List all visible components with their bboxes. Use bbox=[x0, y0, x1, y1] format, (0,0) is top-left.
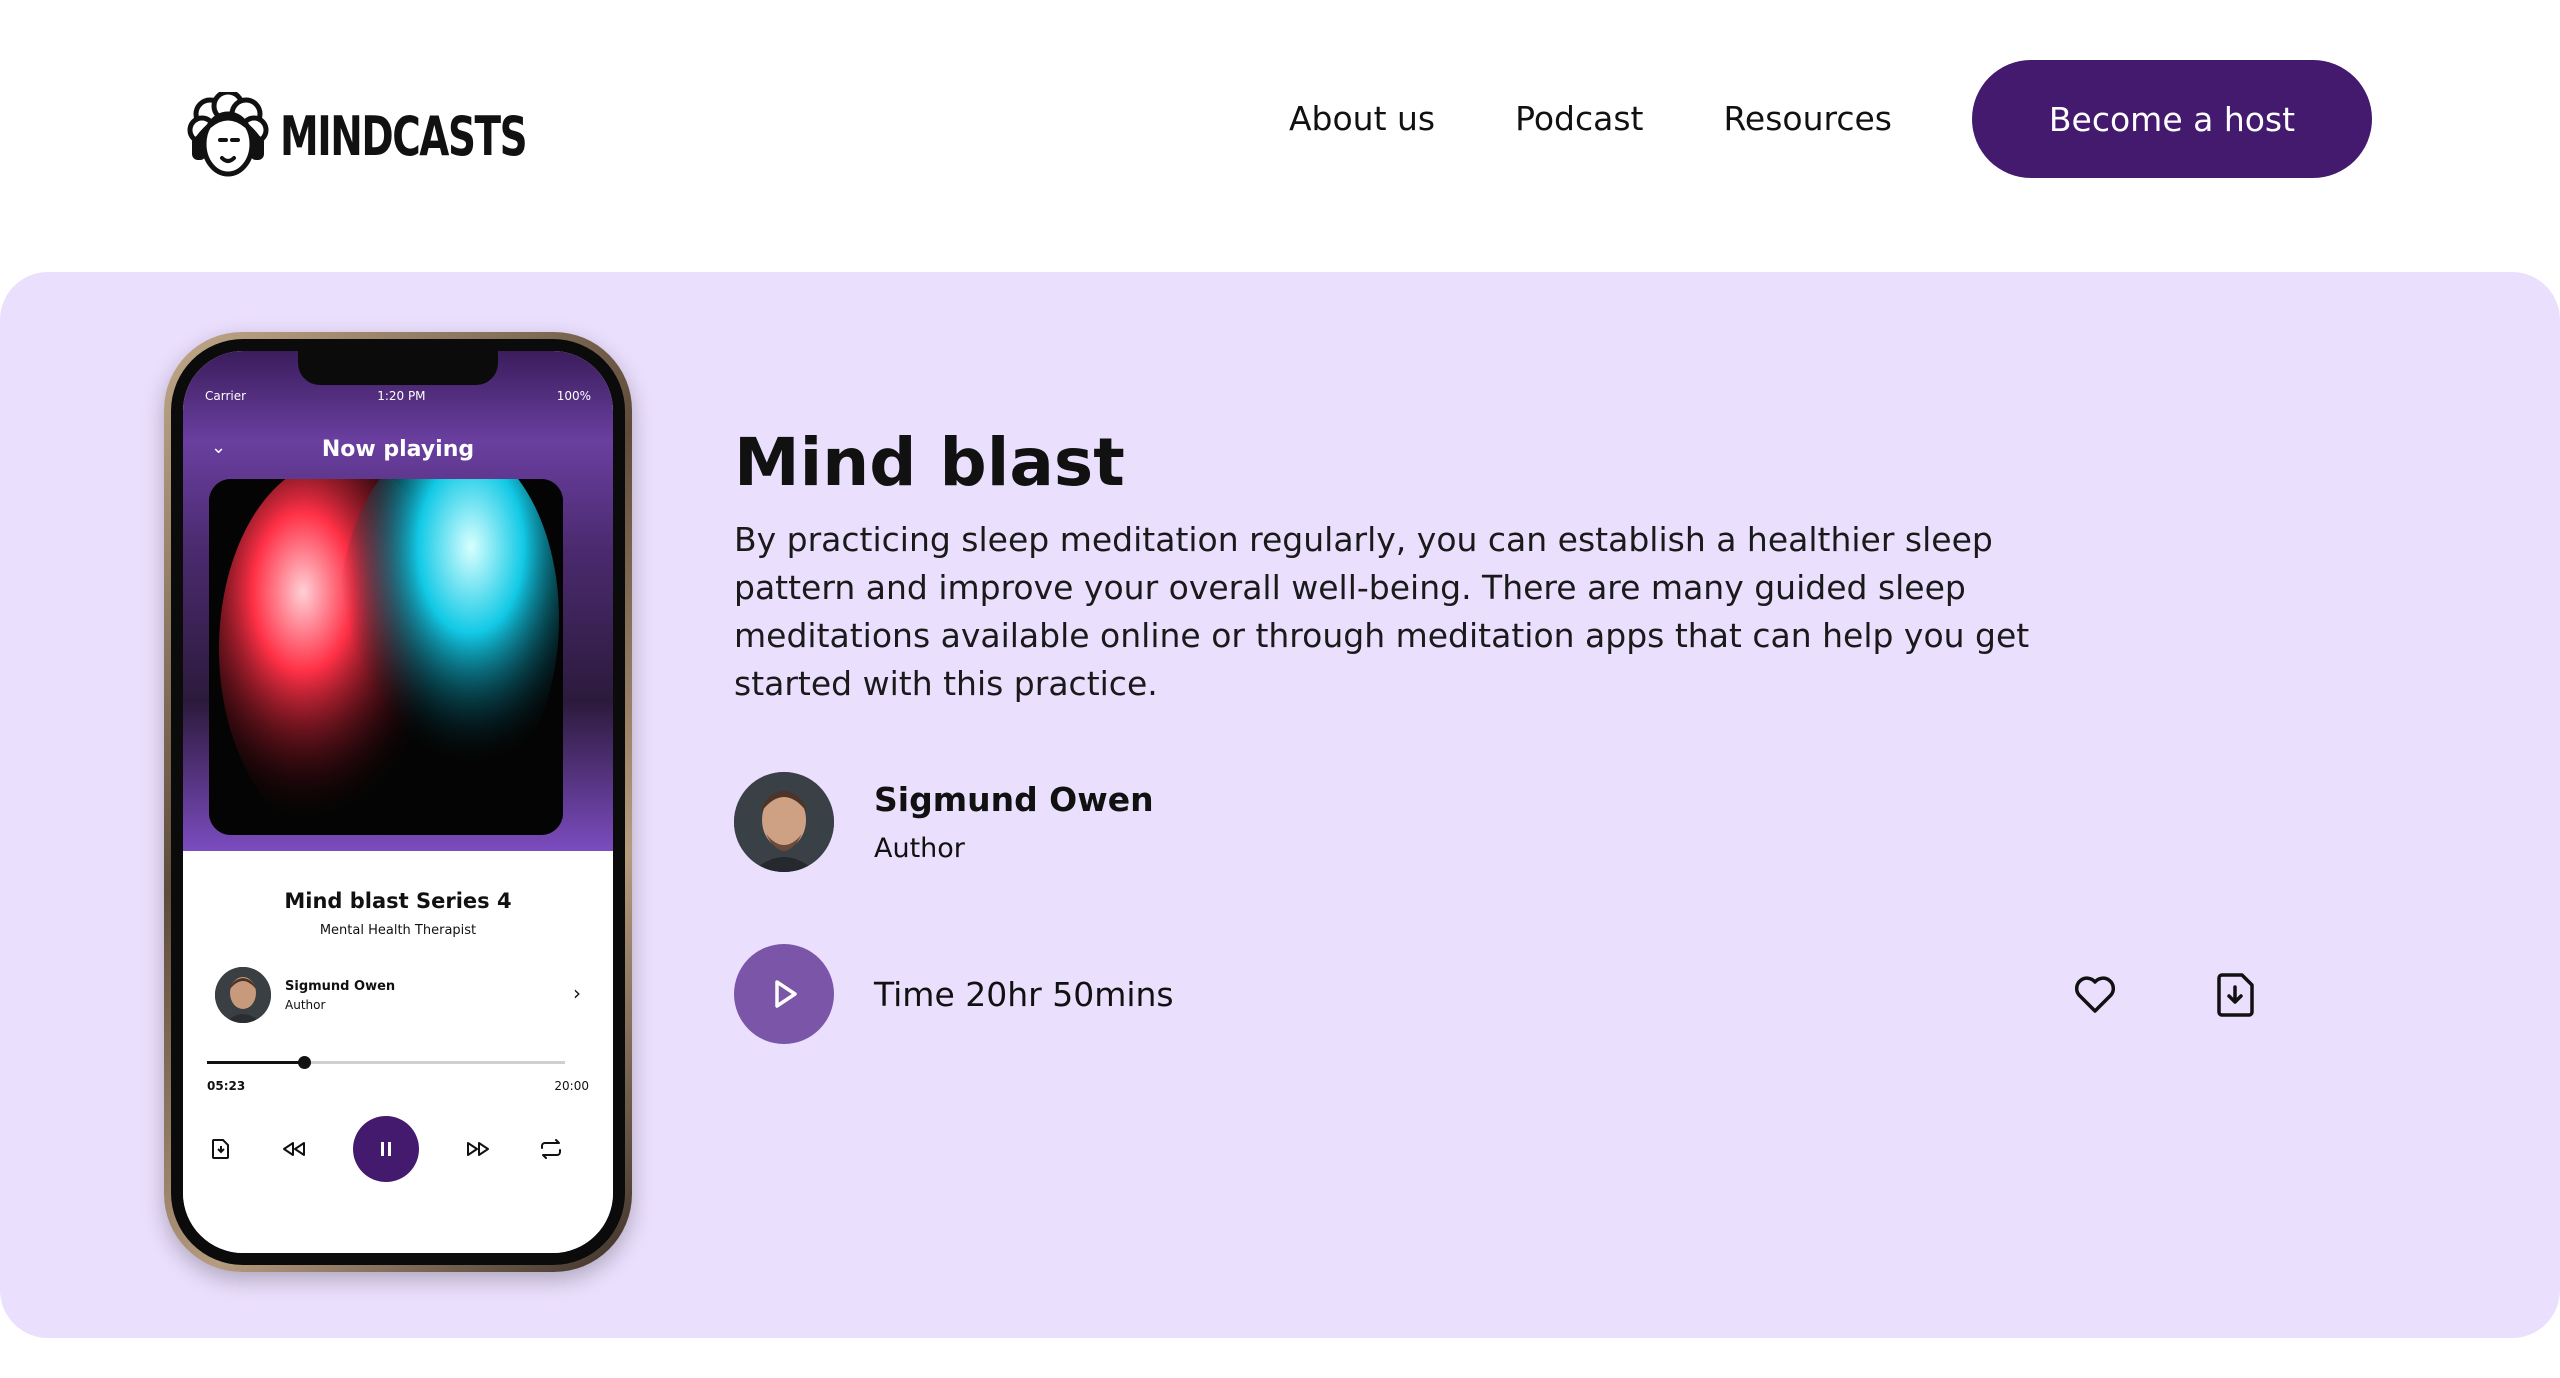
nav-link-about[interactable]: About us bbox=[1289, 60, 1435, 178]
rewind-icon[interactable] bbox=[280, 1135, 308, 1163]
fast-forward-icon[interactable] bbox=[464, 1135, 492, 1163]
download-icon[interactable] bbox=[2214, 972, 2258, 1018]
now-playing-label: Now playing bbox=[321, 437, 475, 462]
avatar bbox=[734, 772, 834, 872]
nav-link-resources[interactable]: Resources bbox=[1723, 60, 1892, 178]
brand-logo[interactable]: MINDCASTS bbox=[186, 92, 622, 180]
mini-author-row[interactable]: Sigmund Owen Author bbox=[215, 967, 395, 1023]
phone-mockup: Carrier 1:20 PM 100% ⌄ Now playing Mind … bbox=[164, 332, 632, 1272]
pause-icon bbox=[381, 1142, 391, 1156]
author-role: Author bbox=[874, 833, 965, 864]
episode-title: Mind blast Series 4 bbox=[284, 889, 512, 913]
nav-link-podcast[interactable]: Podcast bbox=[1515, 60, 1643, 178]
phone-screen: Carrier 1:20 PM 100% ⌄ Now playing Mind … bbox=[183, 351, 613, 1253]
phone-notch bbox=[298, 351, 498, 385]
episode-duration: Time 20hr 50mins bbox=[874, 974, 1174, 1014]
pause-button[interactable] bbox=[353, 1116, 419, 1182]
progress-handle[interactable] bbox=[297, 1056, 311, 1069]
play-icon bbox=[775, 980, 797, 1008]
elapsed-time: 05:23 bbox=[207, 1079, 246, 1093]
site-header: MINDCASTS About us Podcast Resources Bec… bbox=[0, 0, 2560, 272]
progress-bar[interactable] bbox=[207, 1056, 565, 1069]
become-host-button[interactable]: Become a host bbox=[1972, 60, 2372, 178]
cover-image bbox=[209, 479, 563, 835]
player-controls bbox=[207, 1116, 565, 1182]
podcast-hero: Carrier 1:20 PM 100% ⌄ Now playing Mind … bbox=[0, 272, 2560, 1338]
status-carrier: Carrier bbox=[205, 389, 247, 403]
playback-row: Time 20hr 50mins bbox=[734, 944, 2254, 1044]
author-row[interactable]: Sigmund Owen Author bbox=[734, 772, 1154, 872]
total-time: 20:00 bbox=[554, 1079, 589, 1093]
avatar bbox=[215, 967, 271, 1023]
status-battery: 100% bbox=[556, 389, 591, 403]
mini-author-role: Author bbox=[285, 997, 326, 1012]
podcast-title: Mind blast bbox=[734, 424, 1125, 501]
repeat-icon[interactable] bbox=[537, 1135, 565, 1163]
brand-name: MINDCASTS bbox=[280, 104, 528, 168]
status-time: 1:20 PM bbox=[377, 389, 426, 403]
main-nav: About us Podcast Resources Become a host bbox=[1289, 60, 2372, 178]
player-sheet: Mind blast Series 4 Mental Health Therap… bbox=[183, 851, 613, 1253]
chevron-right-icon[interactable]: › bbox=[573, 981, 581, 1005]
play-button[interactable] bbox=[734, 944, 834, 1044]
progress-fill bbox=[207, 1061, 304, 1064]
podcast-description: By practicing sleep meditation regularly… bbox=[734, 520, 2030, 703]
download-icon[interactable] bbox=[207, 1135, 235, 1163]
mini-author-name: Sigmund Owen bbox=[285, 978, 396, 994]
author-name: Sigmund Owen bbox=[874, 780, 1154, 819]
logo-sheep-icon bbox=[187, 92, 269, 177]
status-bar: Carrier 1:20 PM 100% bbox=[183, 389, 613, 403]
episode-subtitle: Mental Health Therapist bbox=[319, 923, 477, 938]
episode-cover-art bbox=[209, 479, 563, 835]
heart-icon[interactable] bbox=[2072, 972, 2118, 1018]
